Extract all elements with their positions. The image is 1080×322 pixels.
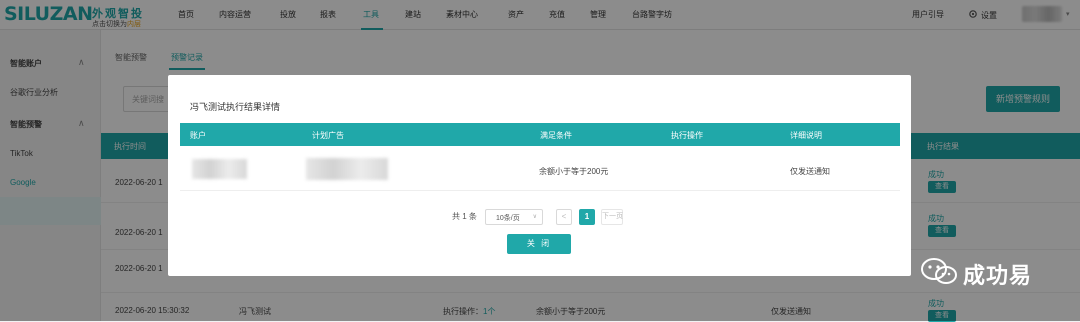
column-header-detail: 详细说明 — [790, 131, 822, 140]
chevron-down-icon: ∨ — [532, 214, 537, 220]
wechat-icon — [921, 258, 957, 284]
column-header-condition: 满足条件 — [540, 131, 572, 140]
table-cell-detail: 仅发送通知 — [790, 167, 830, 176]
watermark-text: 成功易 — [963, 263, 1033, 288]
page-number-button[interactable]: 1 — [579, 209, 595, 225]
close-button[interactable]: 关 闭 — [507, 234, 571, 254]
modal-title: 冯飞测试执行结果详情 — [190, 102, 281, 112]
column-header-plan-ad: 计划广告 — [312, 131, 344, 140]
table-cell-condition: 余额小于等于200元 — [539, 167, 609, 176]
table-row: 余额小于等于200元 仅发送通知 — [180, 147, 900, 191]
page-size-select[interactable]: 10条/页 ∨ — [485, 209, 543, 225]
next-page-button[interactable]: 下一页 — [601, 209, 623, 225]
blurred-plan-ad — [306, 158, 388, 180]
execution-detail-modal: 冯飞测试执行结果详情 账户 计划广告 满足条件 执行操作 详细说明 余额小于等于… — [168, 75, 911, 276]
pagination-total: 共 1 条 — [452, 212, 477, 221]
page-size-value: 10条/页 — [496, 215, 520, 222]
column-header-operation: 执行操作 — [671, 131, 703, 140]
column-header-account: 账户 — [190, 131, 206, 140]
detail-table-header: 账户 计划广告 满足条件 执行操作 详细说明 — [180, 123, 900, 146]
blurred-account — [192, 159, 247, 179]
prev-page-button[interactable]: < — [556, 209, 572, 225]
